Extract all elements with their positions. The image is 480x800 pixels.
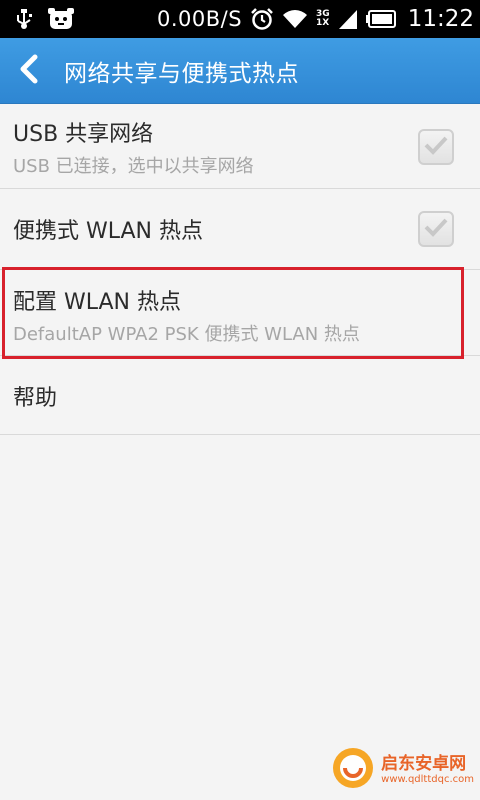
- status-bar: 0.00B/S 3G 1X 11:22: [0, 0, 480, 38]
- page-title: 网络共享与便携式热点: [64, 60, 299, 87]
- notification-app-icon: [48, 7, 74, 31]
- setting-help[interactable]: 帮助: [0, 356, 480, 435]
- setting-portable-hotspot[interactable]: 便携式 WLAN 热点: [0, 189, 480, 270]
- setting-help-title: 帮助: [13, 386, 58, 411]
- back-button[interactable]: [0, 38, 58, 104]
- status-clock: 11:22: [407, 6, 474, 32]
- setting-usb-tethering[interactable]: USB 共享网络 USB 已连接，选中以共享网络: [0, 104, 480, 189]
- portable-hotspot-checkbox[interactable]: [418, 211, 454, 247]
- setting-usb-tethering-title: USB 共享网络: [13, 122, 154, 147]
- wifi-icon: [282, 8, 308, 30]
- settings-list: USB 共享网络 USB 已连接，选中以共享网络 便携式 WLAN 热点 配置 …: [0, 104, 480, 435]
- usb-tethering-checkbox[interactable]: [418, 129, 454, 165]
- checkmark-icon: [423, 134, 449, 160]
- setting-portable-hotspot-title: 便携式 WLAN 热点: [13, 219, 204, 244]
- alarm-icon: [250, 7, 274, 31]
- network-speed: 0.00B/S: [156, 7, 243, 31]
- usb-icon: [14, 8, 34, 30]
- network-type-label: 3G 1X: [316, 10, 330, 28]
- chevron-left-icon: [18, 54, 40, 88]
- watermark-title: 启东安卓网: [381, 753, 467, 774]
- watermark: 启东安卓网 www.qdlttdqc.com: [331, 746, 474, 794]
- network-type-bottom: 1X: [316, 18, 330, 28]
- watermark-logo-icon: [331, 746, 375, 794]
- setting-usb-tethering-subtitle: USB 已连接，选中以共享网络: [13, 156, 254, 177]
- title-bar: 网络共享与便携式热点: [0, 38, 480, 104]
- setting-configure-hotspot-title: 配置 WLAN 热点: [13, 290, 182, 315]
- battery-icon: [365, 10, 396, 28]
- checkmark-icon: [423, 216, 449, 242]
- watermark-url: www.qdlttdqc.com: [381, 773, 474, 785]
- signal-icon: [338, 8, 358, 30]
- setting-configure-hotspot-subtitle: DefaultAP WPA2 PSK 便携式 WLAN 热点: [13, 324, 360, 345]
- setting-configure-hotspot[interactable]: 配置 WLAN 热点 DefaultAP WPA2 PSK 便携式 WLAN 热…: [0, 270, 480, 356]
